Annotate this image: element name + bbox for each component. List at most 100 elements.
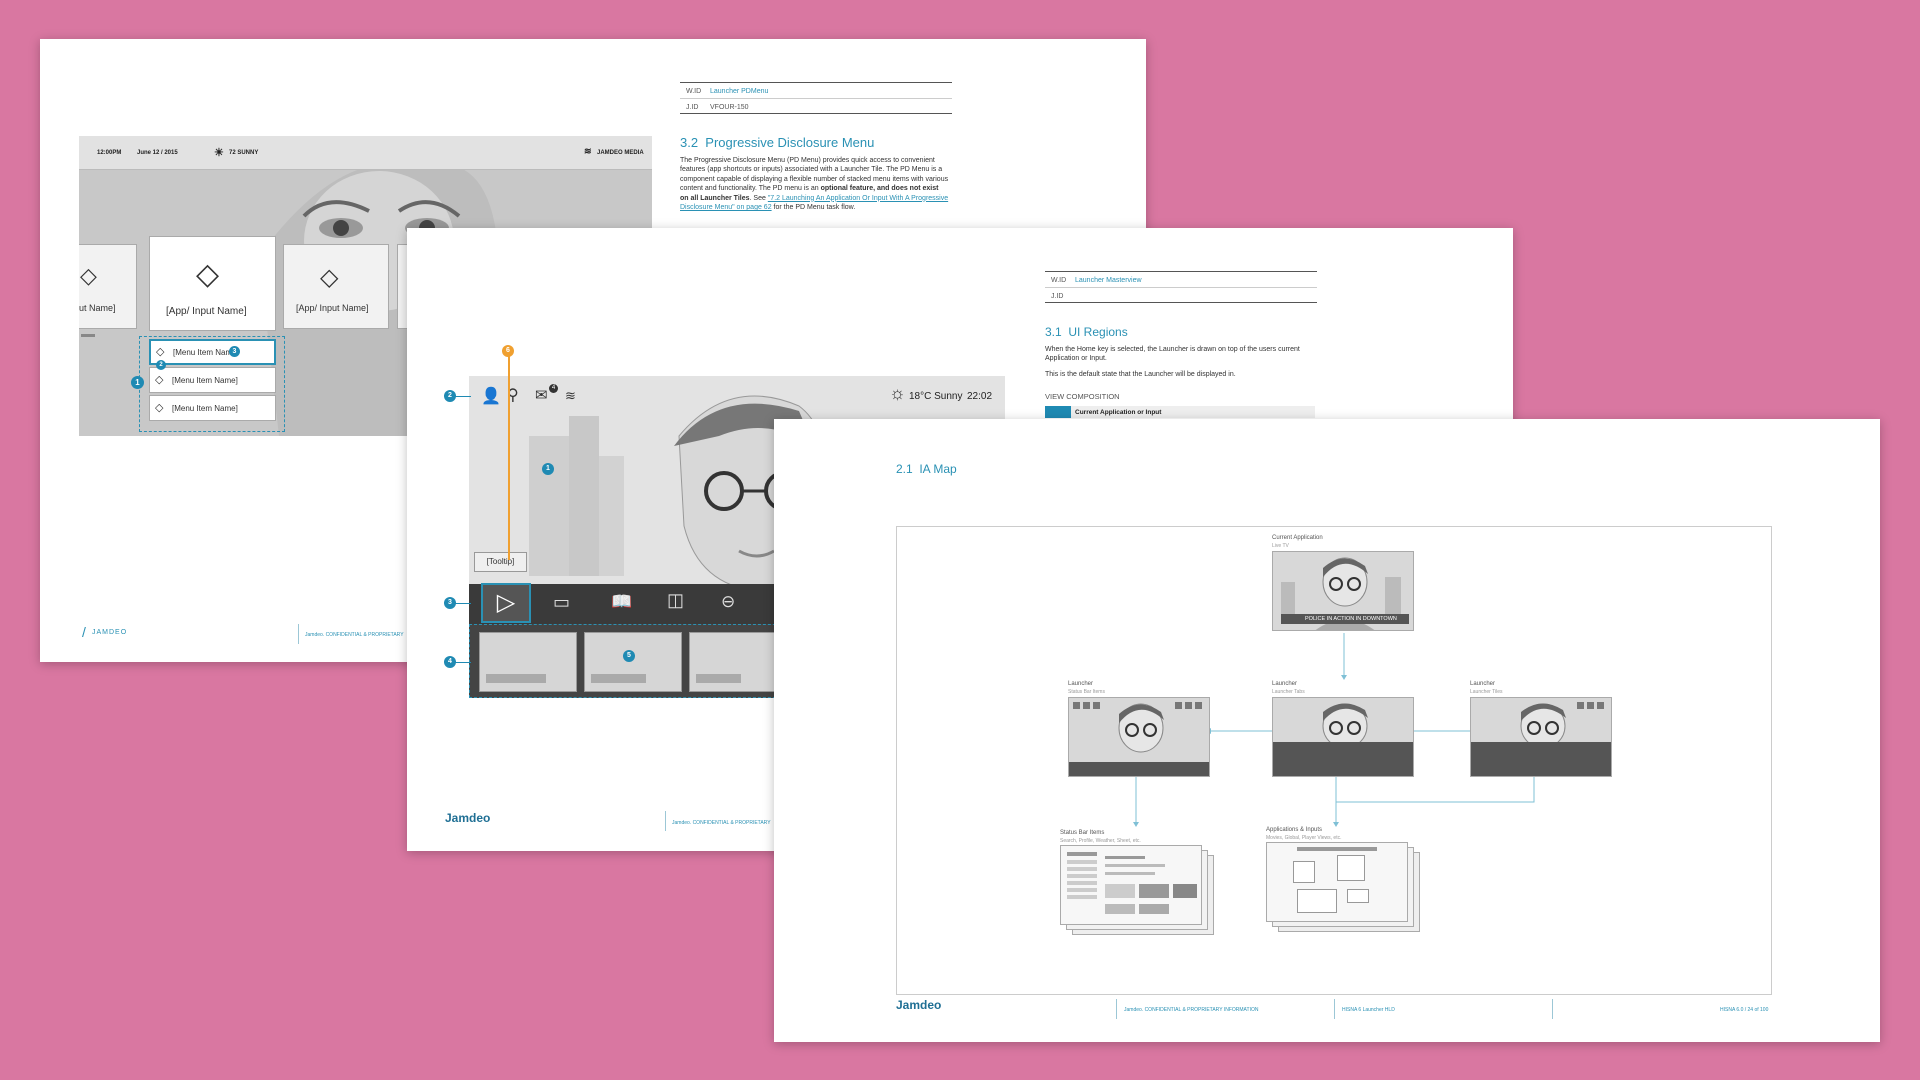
ia-node-launcher-tabs[interactable]: [1272, 697, 1414, 777]
cross-reference-link[interactable]: Disclosure Menu" on page 62: [680, 204, 772, 211]
wid-label: W.ID: [1051, 277, 1067, 284]
diamond-icon: ◇: [80, 263, 97, 288]
node-subtitle: Movies, Global, Player Views, etc.: [1266, 835, 1342, 841]
tooltip-callout-line: [508, 350, 510, 560]
callout-badge: 2: [156, 360, 166, 370]
node-subtitle: Search, Profile, Weather, Sheet, etc.: [1060, 838, 1141, 844]
mail-icon[interactable]: ✉: [535, 386, 548, 404]
node-subtitle: Launcher Tiles: [1470, 689, 1503, 695]
document-page-ia-map[interactable]: 2.1 IA Map Current Application Live TV P…: [774, 419, 1880, 1042]
body-line: . See: [749, 194, 768, 202]
callout-badge: 2: [444, 390, 456, 402]
callout-badge: 3: [444, 597, 456, 609]
section-heading: 3.2 Progressive Disclosure Menu: [680, 135, 875, 150]
sun-icon: ☀: [214, 147, 224, 159]
diamond-icon: ◇: [196, 258, 220, 291]
diamond-icon: ◇: [155, 402, 164, 414]
diamond-icon: ◇: [155, 374, 164, 386]
launcher-tile[interactable]: [584, 632, 682, 692]
ia-node-status-bar-items[interactable]: [1060, 845, 1202, 925]
shopping-bag-icon[interactable]: ◫: [667, 590, 684, 611]
callout-badge: 4: [444, 656, 456, 668]
tab-strip: [1471, 742, 1611, 776]
callout-badge: 3: [229, 346, 240, 357]
profile-icon[interactable]: 👤: [481, 386, 501, 406]
pd-menu-item[interactable]: ◇ [Menu Item Name]: [149, 395, 276, 421]
callout-badge: 6: [502, 345, 514, 357]
callout-badge: 1: [131, 376, 144, 389]
legend-label: Current Application or Input: [1075, 409, 1162, 416]
wid-value[interactable]: Launcher Masterview: [1075, 277, 1142, 284]
meta-table: W.ID Launcher PDMenu J.ID VFOUR-150: [680, 82, 952, 114]
footer-logo: JAMDEO: [92, 629, 128, 636]
ia-node-launcher-status-bar[interactable]: [1068, 697, 1210, 777]
wid-value[interactable]: Launcher PDMenu: [710, 88, 768, 95]
ia-node-launcher-tiles[interactable]: [1470, 697, 1612, 777]
node-title: Status Bar Items: [1060, 830, 1105, 836]
news-banner: POLICE IN ACTION IN DOWNTOWN: [1281, 614, 1409, 624]
tab-strip: [1273, 742, 1413, 776]
node-subtitle: Launcher Tabs: [1272, 689, 1305, 695]
play-icon: ▷: [496, 589, 516, 616]
tile-left[interactable]: ◇ put Name]: [79, 244, 137, 329]
jid-value: VFOUR-150: [710, 104, 749, 111]
menu-item-label: [Menu Item Name]: [172, 404, 238, 413]
callout-badge: 5: [623, 650, 635, 662]
wid-label: W.ID: [686, 88, 702, 95]
node-title: Current Application: [1272, 535, 1323, 541]
status-brand: JAMDEO MEDIA: [597, 150, 644, 156]
diamond-icon: ◇: [156, 346, 165, 358]
section-body: When the Home key is selected, the Launc…: [1045, 346, 1300, 363]
body-line: component capable of displaying a flexib…: [680, 175, 949, 183]
jid-label: J.ID: [686, 104, 699, 111]
diamond-icon: ◇: [320, 264, 339, 291]
body-line: features (app shortcuts or inputs) assoc…: [680, 166, 943, 174]
tile-right[interactable]: ◇ [App/ Input Name]: [283, 244, 389, 329]
gamepad-icon[interactable]: ⊖: [721, 592, 735, 612]
pd-menu-item[interactable]: ◇ [Menu Item Nam: [149, 339, 276, 365]
tv-icon[interactable]: ▭: [553, 592, 570, 613]
launcher-tile[interactable]: [689, 632, 787, 692]
legend-swatch: [1045, 406, 1071, 418]
status-weather: 18°C Sunny: [909, 391, 963, 402]
footer-page-number: HISNA 6.0 / 24 of 100: [1720, 1007, 1769, 1013]
footer-divider: [1116, 999, 1117, 1019]
body-bold: on all Launcher Tiles: [680, 194, 750, 202]
tile-left-label: put Name]: [79, 303, 116, 313]
tile-right-label: [App/ Input Name]: [296, 303, 369, 313]
footer-text: Jamdeo. CONFIDENTIAL & PROPRIETARY: [305, 632, 404, 638]
cross-reference-link[interactable]: "7.2 Launching An Application Or Input W…: [768, 195, 948, 202]
book-icon[interactable]: 📖: [611, 592, 632, 612]
ia-node-applications-inputs[interactable]: [1266, 842, 1408, 922]
footer-text: Jamdeo. CONFIDENTIAL & PROPRIETARY: [672, 820, 771, 826]
footer-divider: [298, 624, 299, 644]
tile-center-label: [App/ Input Name]: [166, 306, 247, 317]
launcher-tile[interactable]: [479, 632, 577, 692]
footer-text: Jamdeo. CONFIDENTIAL & PROPRIETARY INFOR…: [1124, 1007, 1259, 1013]
node-title: Launcher: [1272, 681, 1298, 687]
status-weather: 72 SUNNY: [229, 150, 259, 156]
meta-table: W.ID Launcher Masterview J.ID: [1045, 271, 1317, 303]
footer-logo: Jamdeo: [896, 998, 942, 1012]
menu-item-label: [Menu Item Nam: [173, 348, 233, 357]
body-line: content and functionality. The PD menu i…: [680, 185, 821, 193]
pd-menu-item[interactable]: ◇ [Menu Item Name]: [149, 367, 276, 393]
ia-node-current-application[interactable]: POLICE IN ACTION IN DOWNTOWN: [1272, 551, 1414, 631]
wifi-icon: ≋: [584, 146, 592, 156]
wifi-icon[interactable]: ≋: [565, 388, 576, 404]
footer-logo: Jamdeo: [445, 811, 491, 825]
tile-scroll-indicator: [81, 334, 95, 337]
sun-icon: ☼: [889, 383, 906, 403]
status-date: June 12 / 2015: [137, 150, 178, 156]
node-subtitle: Live TV: [1272, 543, 1289, 549]
tile-center[interactable]: ◇ [App/ Input Name]: [149, 236, 276, 331]
mail-count-badge: 4: [549, 384, 558, 393]
status-time: 12:00PM: [97, 150, 122, 156]
footer-divider: [1334, 999, 1335, 1019]
legend-row: Current Application or Input: [1045, 406, 1315, 418]
node-subtitle: Status Bar Items: [1068, 689, 1105, 695]
view-composition-label: VIEW COMPOSITION: [1045, 392, 1120, 401]
footer-divider: [1552, 999, 1553, 1019]
menu-item-label: [Menu Item Name]: [172, 376, 238, 385]
tab-play[interactable]: ▷: [481, 583, 531, 623]
